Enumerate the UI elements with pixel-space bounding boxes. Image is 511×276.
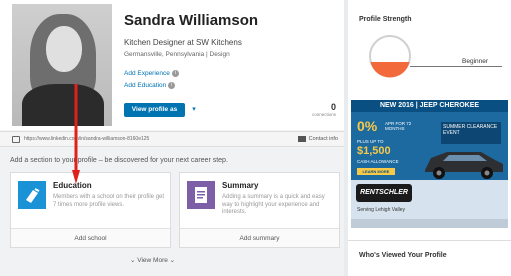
ad-headline: NEW 2016 | JEEP CHEROKEE: [351, 100, 508, 112]
graduation-icon: [18, 181, 46, 209]
chevron-down-icon[interactable]: ▾: [189, 103, 199, 117]
contact-info-label: Contact info: [308, 136, 338, 142]
profile-photo[interactable]: [12, 4, 112, 126]
jeep-car-image: [425, 152, 503, 179]
ad-serving-text: Serving Lehigh Valley: [357, 207, 405, 213]
add-education-label: Add Education: [124, 82, 167, 90]
view-profile-as-button[interactable]: View profile as: [124, 103, 185, 117]
add-education-link[interactable]: Add Education i: [124, 82, 176, 90]
connections-count[interactable]: 0 connections: [312, 102, 336, 117]
public-url-bar: https://www.linkedin.com/in/sandra-willi…: [0, 131, 344, 147]
right-sidebar: Profile Strength Beginner NEW 2016 | JEE…: [348, 0, 511, 276]
ad-apr: 0%: [357, 118, 378, 134]
document-icon: [187, 181, 215, 209]
chevron-down-icon: ⌄: [167, 257, 176, 264]
ad-dealer-logo: RENTSCHLER: [356, 184, 412, 202]
strength-pointer-line: [410, 66, 502, 67]
summary-title: Summary: [222, 181, 259, 190]
add-school-button[interactable]: Add school: [11, 228, 170, 247]
whos-viewed-title: Who's Viewed Your Profile: [359, 252, 447, 259]
profile-location: Germansville, Pennsylvania | Design: [124, 51, 230, 58]
profile-strength-meter[interactable]: [368, 34, 412, 78]
profile-strength-title: Profile Strength: [359, 16, 412, 23]
view-more-button[interactable]: ⌄ View More ⌄: [130, 256, 175, 264]
link-icon: [12, 136, 20, 143]
connections-number: 0: [330, 102, 336, 112]
sidebar-divider: [348, 240, 511, 241]
summary-card: Summary Adding a summary is a quick and …: [179, 172, 340, 248]
ad-plus-up-to: PLUS UP TO: [357, 139, 384, 144]
education-desc: Members with a school on their profile g…: [53, 194, 165, 208]
ad-cash: $1,500: [357, 145, 391, 157]
ad-apr-text: APR FOR 72 MONTHS: [385, 121, 412, 131]
ad-footer: [351, 219, 508, 228]
contact-card-icon: [297, 135, 306, 142]
red-arrow-annotation: [72, 84, 80, 184]
public-profile-url[interactable]: https://www.linkedin.com/in/sandra-willi…: [24, 136, 149, 142]
profile-top-card: Sandra Williamson Kitchen Designer at SW…: [0, 0, 344, 130]
profile-headline: Kitchen Designer at SW Kitchens: [124, 38, 242, 47]
ad-cash-text: CASH ALLOWANCE: [357, 159, 399, 164]
add-summary-button[interactable]: Add summary: [180, 228, 339, 247]
add-section-hint: Add a section to your profile – be disco…: [10, 157, 228, 164]
info-icon: i: [168, 82, 176, 89]
add-experience-link[interactable]: Add Experience i: [124, 70, 179, 77]
add-experience-label: Add Experience: [124, 70, 170, 78]
connections-label: connections: [311, 112, 336, 117]
view-more-label: View More: [137, 257, 168, 264]
ad-learn-more-button[interactable]: LEARN MORE: [357, 168, 395, 175]
profile-main: Sandra Williamson Kitchen Designer at SW…: [0, 0, 344, 276]
ad-event: SUMMER CLEARANCE EVENT: [441, 122, 501, 144]
summary-desc: Adding a summary is a quick and easy way…: [222, 194, 325, 215]
education-card: Education Members with a school on their…: [10, 172, 171, 248]
jeep-advertisement[interactable]: NEW 2016 | JEEP CHEROKEE 0% APR FOR 72 M…: [351, 100, 508, 228]
linkedin-profile-page: Sandra Williamson Kitchen Designer at SW…: [0, 0, 511, 276]
info-icon: i: [171, 70, 179, 77]
profile-name: Sandra Williamson: [124, 12, 259, 29]
add-section-cards: Education Members with a school on their…: [10, 172, 340, 248]
contact-info-button[interactable]: Contact info: [297, 133, 338, 146]
strength-level: Beginner: [462, 58, 489, 65]
